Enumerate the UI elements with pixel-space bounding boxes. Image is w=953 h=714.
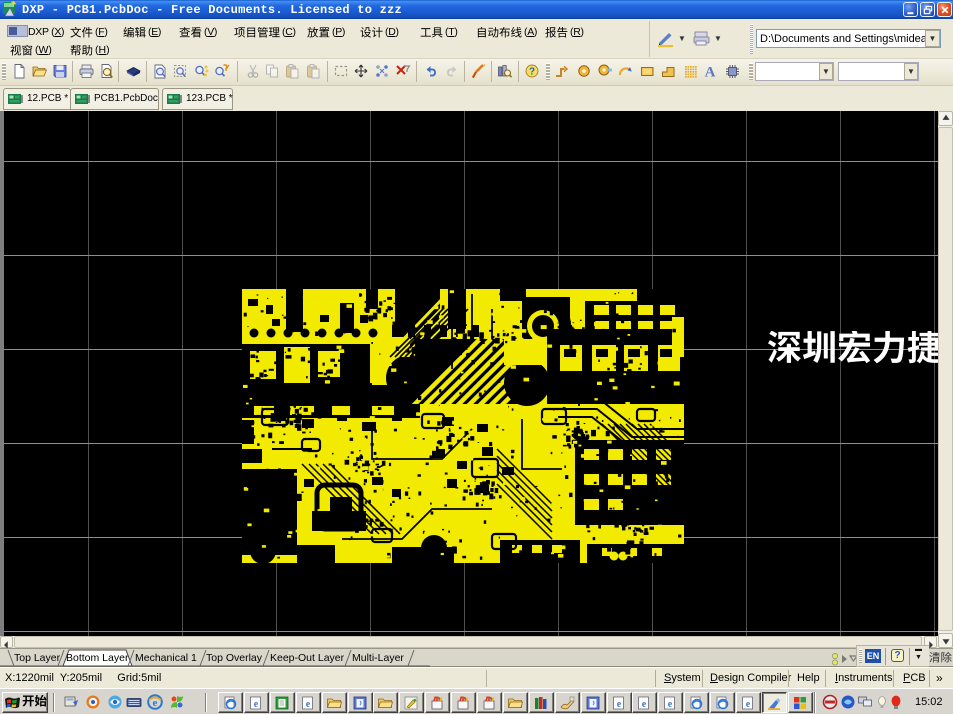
svg-text:e: e — [153, 697, 158, 709]
svg-text:?: ? — [529, 67, 535, 78]
svg-text:e: e — [616, 699, 621, 710]
svg-text:e: e — [668, 699, 673, 710]
svg-text:e: e — [254, 699, 259, 710]
svg-text:A: A — [705, 65, 716, 81]
svg-text:e: e — [746, 699, 751, 710]
svg-text:e: e — [305, 699, 310, 710]
svg-text:e: e — [642, 699, 647, 710]
